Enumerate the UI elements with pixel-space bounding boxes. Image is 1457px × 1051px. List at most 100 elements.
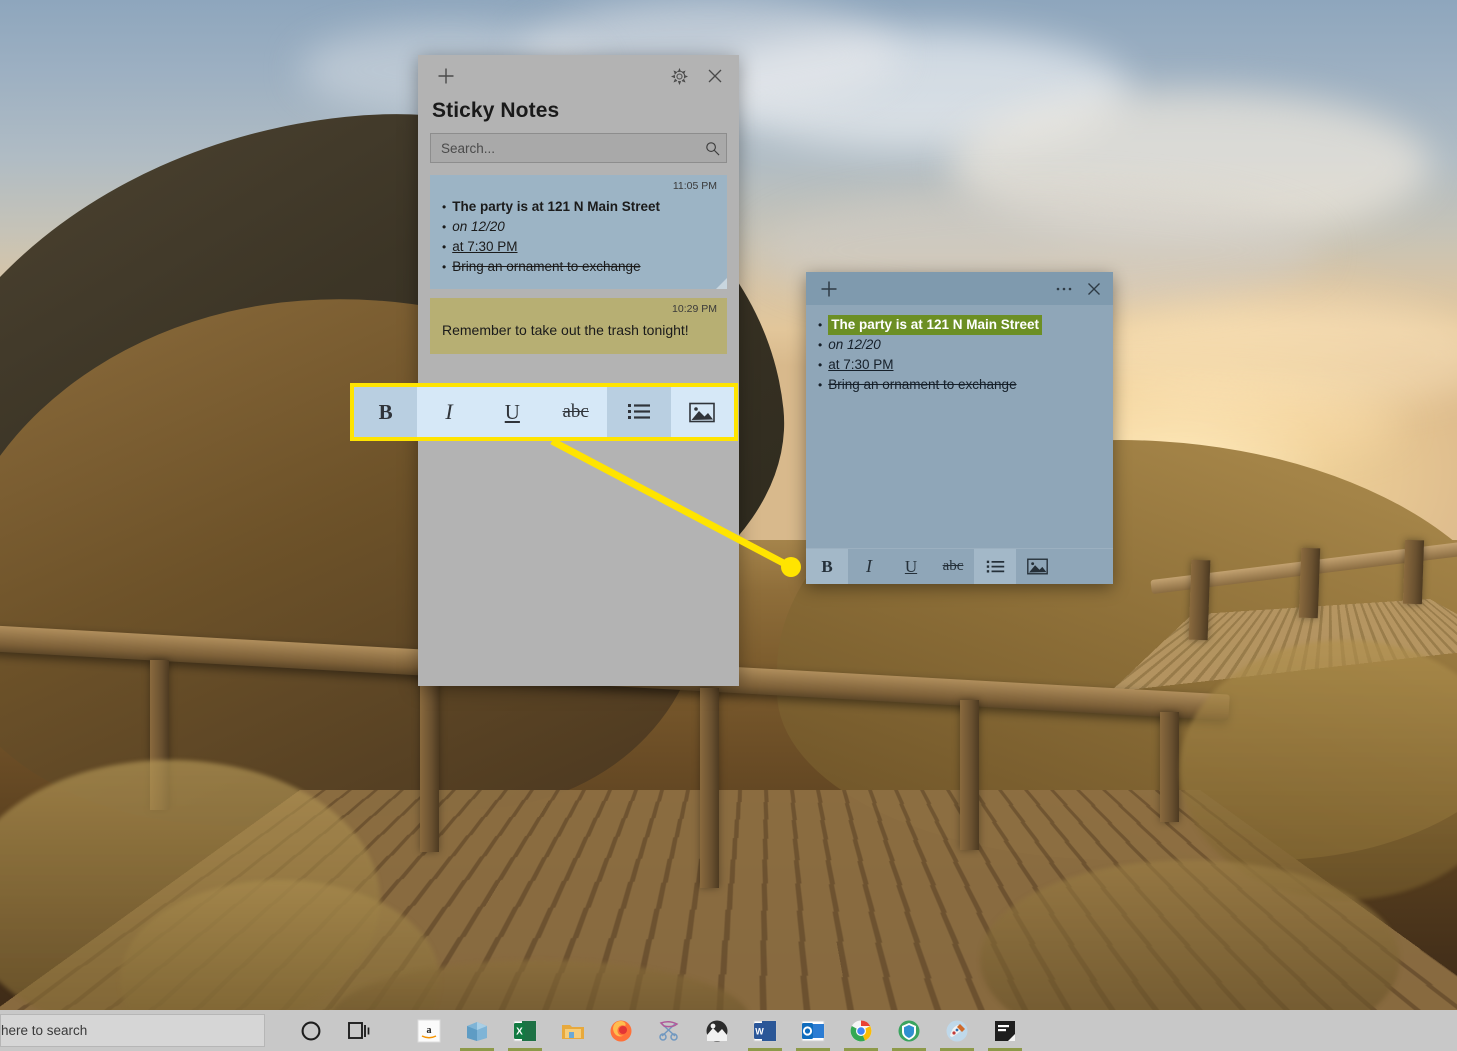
formatting-toolbar-callout[interactable]: B I U abc — [350, 383, 738, 441]
taskbar-search-box[interactable]: here to search — [0, 1014, 265, 1047]
italic-icon: I — [445, 399, 453, 424]
bold-button[interactable]: B — [806, 549, 848, 584]
underline-button[interactable]: U — [481, 387, 544, 437]
note-text-bold: The party is at 121 N Main Street — [452, 199, 661, 214]
strikethrough-icon: abc — [562, 401, 589, 422]
floating-note-body[interactable]: • The party is at 121 N Main Street • on… — [806, 305, 1113, 548]
svg-text:W: W — [755, 1026, 764, 1036]
bullet-list-button[interactable] — [607, 387, 671, 437]
note-text: Remember to take out the trash tonight! — [442, 322, 689, 338]
wallpaper-railing-post — [1402, 539, 1425, 605]
note-bullet-line: • The party is at 121 N Main Street — [818, 315, 1103, 335]
floating-note-formatting-toolbar[interactable]: B I U abc — [806, 548, 1113, 584]
sticky-notes-window[interactable]: Sticky Notes 11:05 PM • The party is at … — [418, 55, 739, 686]
bullet-list-icon — [627, 404, 650, 419]
new-note-button[interactable] — [814, 275, 844, 302]
italic-button[interactable]: I — [417, 387, 480, 437]
italic-button[interactable]: I — [848, 549, 890, 584]
more-options-button[interactable] — [1049, 275, 1079, 302]
taskbar-app-word[interactable]: W — [741, 1010, 789, 1051]
note-bullet-line: • on 12/20 — [818, 335, 1103, 355]
cortana-button[interactable] — [287, 1010, 335, 1051]
close-button[interactable] — [1079, 275, 1109, 302]
taskbar-app-photos[interactable] — [693, 1010, 741, 1051]
note-text-underline: at 7:30 PM — [452, 239, 518, 254]
plus-icon — [438, 68, 454, 84]
bullet-dot: • — [818, 378, 823, 392]
bullet-dot: • — [818, 358, 823, 372]
bullet-dot: • — [442, 240, 447, 254]
bullet-dot: • — [442, 260, 447, 274]
taskbar-app-amazon[interactable]: a — [405, 1010, 453, 1051]
amazon-icon: a — [417, 1019, 441, 1042]
bold-icon: B — [821, 556, 833, 576]
close-button[interactable] — [697, 60, 733, 92]
note-content: • The party is at 121 N Main Street • on… — [442, 197, 715, 277]
taskbar-app-kaspersky[interactable] — [885, 1010, 933, 1051]
outlook-icon — [801, 1020, 825, 1041]
note-text-strikethrough: Bring an ornament to exchange — [452, 259, 641, 274]
svg-text:a: a — [427, 1025, 432, 1036]
floating-note-titlebar[interactable] — [806, 272, 1113, 305]
note-timestamp: 11:05 PM — [672, 180, 717, 192]
wallpaper-railing-post — [1188, 559, 1211, 641]
note-bullet-line: • Bring an ornament to exchange — [442, 257, 715, 277]
note-text-underline: at 7:30 PM — [828, 357, 894, 372]
note-card-yellow[interactable]: 10:29 PM Remember to take out the trash … — [430, 298, 727, 354]
underline-icon: U — [904, 556, 918, 576]
new-note-button[interactable] — [428, 60, 464, 92]
bullet-dot: • — [818, 318, 823, 332]
note-timestamp: 10:29 PM — [672, 303, 717, 315]
more-options-icon — [1056, 287, 1072, 290]
desktop-wallpaper: Sticky Notes 11:05 PM • The party is at … — [0, 0, 1457, 1051]
svg-text:X: X — [516, 1026, 523, 1037]
taskbar-app-excel[interactable]: X — [501, 1010, 549, 1051]
taskbar-search-text: here to search — [1, 1023, 88, 1038]
taskbar-app-outlook[interactable] — [789, 1010, 837, 1051]
taskbar-app-file-explorer[interactable] — [549, 1010, 597, 1051]
paint-icon — [946, 1020, 968, 1041]
taskbar-app-dark-note[interactable] — [981, 1010, 1029, 1051]
task-view-button[interactable] — [335, 1010, 383, 1051]
note-bullet-line: • at 7:30 PM — [818, 355, 1103, 375]
chrome-icon — [850, 1020, 872, 1041]
strikethrough-icon: abc — [942, 558, 964, 574]
taskbar-app-firefox[interactable] — [597, 1010, 645, 1051]
settings-button[interactable] — [661, 60, 697, 92]
shield-icon — [898, 1020, 920, 1041]
gear-icon — [670, 67, 688, 85]
search-box[interactable] — [430, 133, 727, 163]
wallpaper-railing-post — [700, 688, 719, 888]
excel-icon: X — [513, 1020, 537, 1041]
photos-icon — [706, 1020, 728, 1041]
image-icon — [689, 402, 716, 422]
note-text-selected: The party is at 121 N Main Street — [828, 315, 1043, 335]
taskbar-app-chrome[interactable] — [837, 1010, 885, 1051]
underline-button[interactable]: U — [890, 549, 932, 584]
underline-icon: U — [504, 399, 520, 424]
taskbar-app-sticky-notes[interactable] — [453, 1010, 501, 1051]
taskbar-app-paint[interactable] — [933, 1010, 981, 1051]
folder-icon — [562, 1024, 584, 1039]
bullet-list-button[interactable] — [974, 549, 1016, 584]
page-title: Sticky Notes — [432, 99, 560, 122]
resize-corner[interactable] — [716, 278, 727, 289]
image-icon — [1026, 558, 1048, 575]
taskbar-app-snipping-tool[interactable] — [645, 1010, 693, 1051]
word-icon: W — [753, 1020, 777, 1041]
bold-button[interactable]: B — [354, 387, 418, 437]
bullet-list-icon — [986, 560, 1004, 573]
floating-sticky-note[interactable]: • The party is at 121 N Main Street • on… — [806, 272, 1113, 584]
wallpaper-railing-post — [420, 672, 439, 852]
note-card-blue[interactable]: 11:05 PM • The party is at 121 N Main St… — [430, 175, 727, 289]
sticky-notes-icon — [467, 1021, 487, 1041]
note-text-italic: on 12/20 — [452, 219, 505, 234]
taskbar[interactable]: here to search a X W — [0, 1010, 1457, 1051]
insert-image-button[interactable] — [1016, 549, 1058, 584]
search-input[interactable] — [441, 140, 705, 156]
strikethrough-button[interactable]: abc — [932, 549, 974, 584]
scissors-icon — [659, 1020, 679, 1041]
insert-image-button[interactable] — [671, 387, 734, 437]
strikethrough-button[interactable]: abc — [544, 387, 607, 437]
close-icon — [1088, 282, 1100, 295]
